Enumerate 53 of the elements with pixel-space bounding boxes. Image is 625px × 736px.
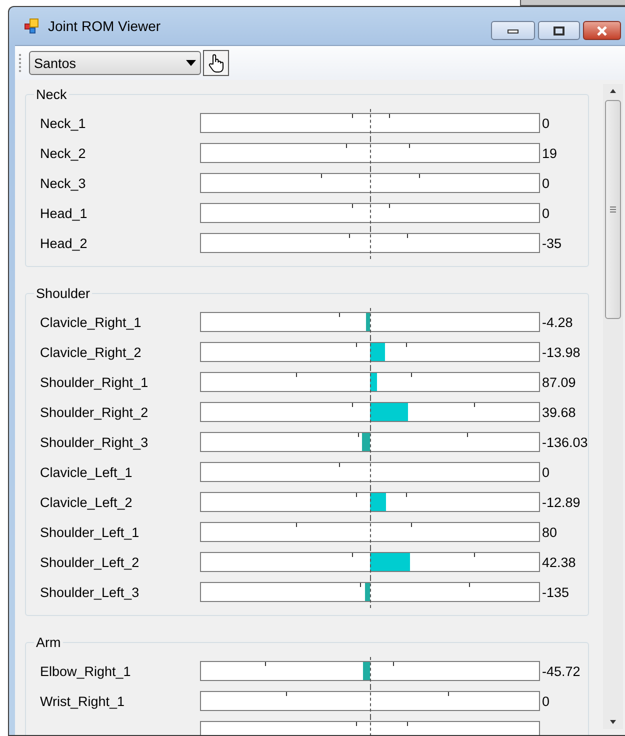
joint-label: Clavicle_Right_1	[40, 314, 142, 330]
hand-tool-button[interactable]	[203, 50, 229, 76]
joint-value: -45.72	[542, 664, 580, 678]
joint-value: 42.38	[542, 554, 576, 570]
grip-lines-icon	[609, 206, 617, 213]
joint-value: 0	[542, 176, 550, 190]
joint-label: Elbow_Right_1	[40, 664, 132, 678]
joint-value: -35	[542, 236, 562, 250]
joint-label: Head_1	[40, 206, 88, 220]
joint-value: 0	[542, 694, 550, 708]
joint-label: Head_2	[40, 236, 88, 250]
joint-value: 0	[542, 206, 550, 220]
joint-label: Shoulder_Left_1	[40, 524, 140, 540]
minimize-button[interactable]	[491, 21, 535, 40]
caret-icon	[186, 60, 196, 66]
joint-value: -136.03	[542, 434, 588, 450]
joint-label: Neck_3	[40, 176, 87, 190]
vertical-scrollbar[interactable]	[603, 84, 623, 729]
joint-label: Wrist_Right_1	[40, 694, 126, 708]
joint-label: Shoulder_Right_1	[40, 374, 150, 390]
joint-label: Shoulder_Left_2	[40, 554, 140, 570]
joint-value: 80	[542, 524, 558, 540]
joint-label: Clavicle_Left_1	[40, 464, 134, 480]
close-button[interactable]	[583, 21, 621, 40]
joint-value: 19	[542, 146, 558, 160]
app-icon	[24, 18, 40, 34]
group-title: Neck	[35, 87, 68, 102]
hand-pointer-icon	[207, 53, 225, 73]
maximize-icon	[553, 26, 565, 36]
window-title: Joint ROM Viewer	[48, 18, 162, 34]
joint-value: 0	[542, 116, 550, 130]
joint-value: 39.68	[542, 404, 576, 420]
joint-value: 87.09	[542, 374, 576, 390]
joint-label: Clavicle_Left_2	[40, 494, 134, 510]
subject-dropdown[interactable]: Santos	[29, 51, 201, 75]
joint-value: -13.98	[542, 344, 580, 360]
group-title: Arm	[35, 635, 62, 650]
joint-label: Clavicle_Right_2	[40, 344, 142, 360]
joint-label: Shoulder_Right_2	[40, 404, 150, 420]
joint-label: Shoulder_Right_3	[40, 434, 150, 450]
joint-label: Neck_1	[40, 116, 87, 130]
toolbar-grip[interactable]	[19, 54, 23, 72]
joint-value: -12.89	[542, 494, 580, 510]
scroll-thumb[interactable]	[605, 100, 621, 319]
close-icon	[596, 26, 608, 36]
joint-value: -4.28	[542, 314, 573, 330]
joint-label: Shoulder_Left_3	[40, 584, 140, 600]
joint-value: 0	[542, 464, 550, 480]
maximize-button[interactable]	[538, 21, 580, 40]
minimize-icon	[507, 28, 519, 34]
joint-label: Neck_2	[40, 146, 87, 160]
group-title: Shoulder	[35, 286, 92, 301]
joint-value: -135	[542, 584, 570, 600]
